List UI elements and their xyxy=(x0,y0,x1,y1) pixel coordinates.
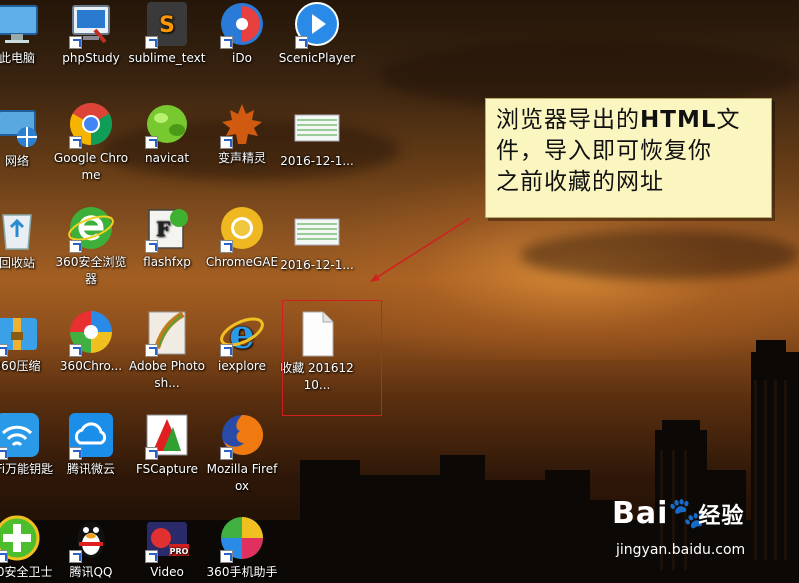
annotation-line-3: 之前收藏的网址 xyxy=(496,169,664,195)
annotation-line-1: 浏览器导出的HTML文 xyxy=(496,107,741,133)
watermark-url: jingyan.baidu.com xyxy=(616,542,746,558)
watermark-logo: Bai🐾经验 xyxy=(612,496,745,531)
annotation-line-2: 件，导入即可恢复你 xyxy=(496,138,712,164)
annotation-callout: 浏览器导出的HTML文 件，导入即可恢复你 之前收藏的网址 xyxy=(485,98,772,218)
paw-icon: 🐾 xyxy=(668,496,707,531)
baidu-jingyan-watermark: Bai🐾经验 jingyan.baidu.com xyxy=(612,496,792,576)
